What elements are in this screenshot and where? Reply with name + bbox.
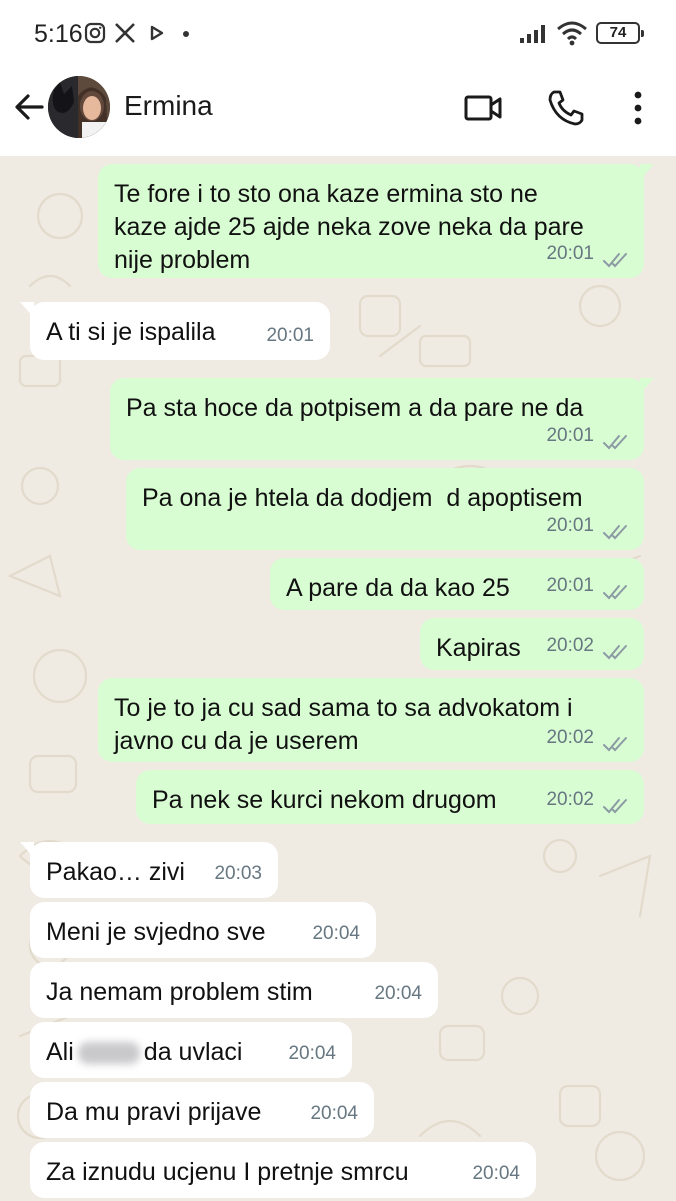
bubble-tail bbox=[20, 842, 34, 858]
video-camera-icon[interactable] bbox=[462, 86, 506, 130]
message-text-after: da uvlaci bbox=[143, 1038, 243, 1066]
message-time: 20:01 bbox=[546, 425, 594, 446]
back-arrow-icon[interactable] bbox=[10, 88, 48, 126]
bubble-tail bbox=[20, 302, 34, 318]
status-time: 5:16 bbox=[34, 20, 83, 48]
read-ticks-icon bbox=[603, 525, 627, 540]
bubble-tail bbox=[640, 164, 654, 180]
message-bubble-outgoing[interactable]: A pare da da kao 25 20:01 bbox=[270, 558, 644, 610]
message-text: Ja nemam problem stim bbox=[46, 978, 313, 1006]
message-text: Za iznudu ucjenu I pretnje smrcu bbox=[46, 1158, 409, 1186]
message-time: 20:02 bbox=[546, 635, 594, 656]
message-bubble-incoming[interactable]: Ali da uvlaci 20:04 bbox=[30, 1022, 352, 1078]
chat-header: Ermina bbox=[0, 66, 676, 156]
message-bubble-outgoing[interactable]: Pa nek se kurci nekom drugom 20:02 bbox=[136, 770, 644, 824]
message-time: 20:01 bbox=[266, 325, 314, 346]
avatar[interactable] bbox=[48, 76, 110, 138]
message-text-before: Ali bbox=[46, 1038, 74, 1066]
message-bubble-incoming[interactable]: Da mu pravi prijave 20:04 bbox=[30, 1082, 374, 1138]
message-time: 20:04 bbox=[310, 1103, 358, 1124]
blurred-name bbox=[77, 1042, 140, 1065]
message-time: 20:01 bbox=[546, 243, 594, 264]
message-bubble-incoming[interactable]: Ja nemam problem stim 20:04 bbox=[30, 962, 438, 1018]
message-time: 20:04 bbox=[312, 923, 360, 944]
status-bar: 5:16 74 bbox=[0, 0, 676, 66]
message-time: 20:02 bbox=[546, 727, 594, 748]
read-ticks-icon bbox=[603, 799, 627, 814]
message-text: Kapiras bbox=[436, 634, 521, 662]
read-ticks-icon bbox=[603, 585, 627, 600]
notification-dot bbox=[183, 31, 189, 37]
message-bubble-outgoing[interactable]: To je to ja cu sad sama to sa advokatom … bbox=[98, 678, 644, 762]
message-bubble-incoming[interactable]: Meni je svjedno sve 20:04 bbox=[30, 902, 376, 958]
wifi-icon bbox=[557, 21, 587, 46]
message-time: 20:02 bbox=[546, 789, 594, 810]
read-ticks-icon bbox=[603, 253, 627, 268]
play-icon bbox=[150, 25, 164, 41]
signal-icon bbox=[520, 25, 545, 43]
message-bubble-incoming[interactable]: A ti si je ispalila 20:01 bbox=[20, 302, 330, 360]
message-time: 20:01 bbox=[546, 575, 594, 596]
read-ticks-icon bbox=[603, 737, 627, 752]
battery-indicator: 74 bbox=[596, 22, 644, 44]
message-time: 20:03 bbox=[214, 863, 262, 884]
message-bubble-outgoing[interactable]: Kapiras 20:02 bbox=[420, 618, 644, 670]
message-time: 20:04 bbox=[472, 1163, 520, 1184]
instagram-icon bbox=[84, 22, 106, 44]
chat-area[interactable]: Te fore i to sto ona kaze ermina sto ne … bbox=[0, 156, 676, 1201]
message-bubble-outgoing[interactable]: Pa sta hoce da potpisem a da pare ne da … bbox=[110, 378, 654, 460]
message-time: 20:04 bbox=[374, 983, 422, 1004]
message-bubble-incoming[interactable]: Pakao… zivi 20:03 bbox=[20, 842, 278, 898]
message-bubble-incoming[interactable]: Za iznudu ucjenu I pretnje smrcu 20:04 bbox=[30, 1142, 536, 1198]
contact-name[interactable]: Ermina bbox=[124, 90, 213, 122]
bubble-tail bbox=[640, 378, 654, 394]
message-bubble-outgoing[interactable]: Pa ona je htela da dodjem d apoptisem 20… bbox=[126, 468, 644, 550]
more-options-icon[interactable] bbox=[616, 86, 660, 130]
message-time: 20:01 bbox=[546, 515, 594, 536]
message-bubble-outgoing[interactable]: Te fore i to sto ona kaze ermina sto ne … bbox=[98, 164, 654, 278]
x-logo-icon bbox=[115, 23, 135, 43]
read-ticks-icon bbox=[603, 645, 627, 660]
message-time: 20:04 bbox=[288, 1043, 336, 1064]
read-ticks-icon bbox=[603, 435, 627, 450]
phone-icon[interactable] bbox=[544, 86, 588, 130]
